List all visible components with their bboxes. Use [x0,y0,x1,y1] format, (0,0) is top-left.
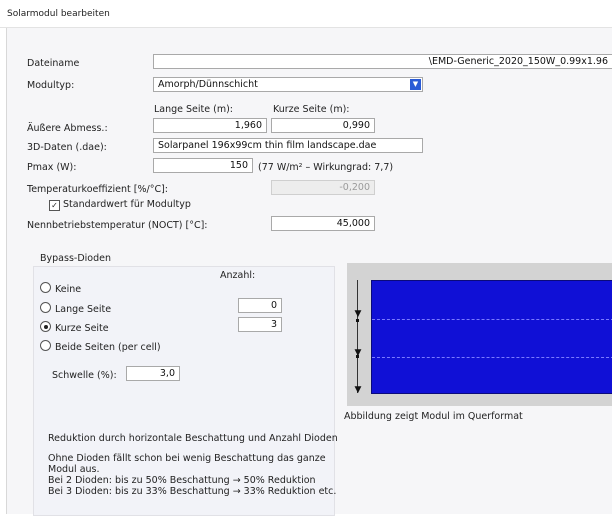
diode-wire [357,280,358,393]
window-title: Solarmodul bearbeiten [7,9,110,19]
kurze-seite-field[interactable]: 0,990 [271,118,375,133]
checkbox-checked-icon[interactable]: ✓ [49,200,60,211]
module-preview: ▼ ▼ ▼ [347,263,612,406]
lange-seite-field[interactable]: 1,960 [153,118,267,133]
info-title: Reduktion durch horizontale Beschattung … [48,433,338,444]
standardwert-label: Standardwert für Modultyp [63,199,191,210]
radio-lange-seite-label: Lange Seite [55,304,112,315]
radio-selected-icon[interactable] [40,321,51,332]
info-line: Bei 2 Dioden: bis zu 50% Beschattung → 5… [48,475,316,486]
info-line: Modul aus. [48,464,100,475]
pmax-info: (77 W/m² – Wirkungrad: 7,7) [258,162,394,173]
radio-icon[interactable] [40,302,51,313]
modultyp-label: Modultyp: [27,80,75,91]
bypass-groupbox: Bypass-Dioden Anzahl: Keine Lange Seite … [33,253,338,516]
schwelle-label: Schwelle (%): [52,370,117,381]
pmax-label: Pmax (W): [27,162,77,173]
diode-icon: ▼ [354,309,362,319]
preview-caption: Abbildung zeigt Modul im Querformat [344,411,523,422]
anzahl-label: Anzahl: [220,270,256,281]
radio-kurze-seite[interactable]: Kurze Seite [40,321,109,334]
modultyp-select[interactable]: Amorph/Dünnschicht ▼ [153,77,423,92]
radio-kurze-seite-label: Kurze Seite [55,323,109,334]
radio-keine-label: Keine [55,284,82,295]
radio-icon[interactable] [40,340,51,351]
abmess-label: Äußere Abmess.: [27,123,108,134]
radio-lange-seite[interactable]: Lange Seite [40,302,111,315]
solar-module-graphic [371,280,612,394]
schwelle-field[interactable]: 3,0 [126,366,180,381]
radio-keine[interactable]: Keine [40,282,81,295]
dateiname-label: Dateiname [27,58,80,69]
dialog-body: Dateiname \EMD-Generic_2020_150W_0.99x1.… [6,28,612,516]
dateiname-field[interactable]: \EMD-Generic_2020_150W_0.99x1.96 [153,54,612,69]
radio-icon[interactable] [40,282,51,293]
temp-label: Temperaturkoeffizient [%/°C]: [27,184,169,195]
anzahl-kurze-field[interactable]: 3 [238,317,282,332]
junction-dot [356,319,359,322]
string-divider [372,357,612,358]
window-titlebar: Solarmodul bearbeiten [0,0,612,28]
noct-field[interactable]: 45,000 [271,216,375,231]
radio-beide-seiten[interactable]: Beide Seiten (per cell) [40,340,161,353]
dae-field[interactable]: Solarpanel 196x99cm thin film landscape.… [153,138,423,153]
chevron-down-icon[interactable]: ▼ [410,79,421,90]
modultyp-value: Amorph/Dünnschicht [158,79,258,90]
lange-seite-label: Lange Seite (m): [154,104,234,115]
kurze-seite-label: Kurze Seite (m): [273,104,350,115]
radio-beide-seiten-label: Beide Seiten (per cell) [55,342,161,353]
noct-label: Nennbetriebstemperatur (NOCT) [°C]: [27,220,208,231]
info-line: Ohne Dioden fällt schon bei wenig Bescha… [48,453,326,464]
bypass-group-title: Bypass-Dioden [40,253,111,264]
standardwert-checkbox[interactable]: ✓ Standardwert für Modultyp [49,199,191,211]
string-divider [372,319,612,320]
junction-dot [356,355,359,358]
dae-label: 3D-Daten (.dae): [27,142,107,153]
temp-field[interactable]: -0,200 [271,180,375,195]
pmax-field[interactable]: 150 [153,158,253,173]
info-line: Bei 3 Dioden: bis zu 33% Beschattung → 3… [48,486,337,497]
diode-icon: ▼ [354,385,362,395]
anzahl-lange-field[interactable]: 0 [238,298,282,313]
